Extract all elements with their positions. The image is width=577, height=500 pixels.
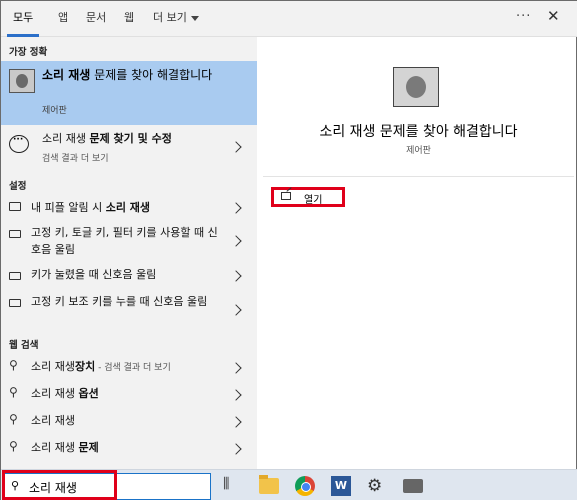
taskbar: ⚲ 소리 재생 ⫼ W ⚙	[1, 469, 577, 500]
task-view-icon[interactable]: ⫼	[223, 476, 243, 496]
chevron-right-icon[interactable]	[230, 443, 242, 455]
speaker-control-panel-icon	[393, 67, 439, 107]
monitor-icon	[9, 201, 21, 214]
search-suggestion-item[interactable]: 소리 재생 문제 찾기 및 수정 검색 결과 더 보기	[1, 125, 257, 169]
chevron-right-icon[interactable]	[230, 304, 242, 316]
tab-apps[interactable]: 앱	[58, 1, 68, 37]
search-suggestion-label: 소리 재생 문제 찾기 및 수정	[42, 132, 172, 145]
chevron-right-icon[interactable]	[230, 416, 242, 428]
web-search-item[interactable]: ⚲ 소리 재생 옵션	[1, 384, 257, 406]
open-button[interactable]: 열기	[271, 187, 345, 207]
settings-item-label: 키가 눌렸을 때 신호음 울림	[31, 268, 157, 281]
settings-item[interactable]: 내 피플 알림 시 소리 재생	[1, 197, 257, 219]
results-list: 가장 정확 소리 재생 문제를 찾아 해결합니다 제어판 소리 재생 문제 찾기…	[1, 37, 257, 469]
search-window: 모두 앱 문서 웹 더 보기 ··· ✕ 가장 정확 소리 재생 문제를 찾아 …	[0, 0, 577, 500]
file-explorer-icon[interactable]	[259, 475, 279, 494]
tab-more[interactable]: 더 보기	[153, 1, 199, 37]
word-icon[interactable]: W	[331, 476, 351, 496]
close-button[interactable]: ✕	[547, 7, 560, 25]
keyboard-icon	[9, 228, 21, 241]
web-search-label: 소리 재생장치 - 검색 결과 더 보기	[31, 360, 171, 373]
more-options-button[interactable]: ···	[516, 9, 531, 24]
chevron-right-icon[interactable]	[230, 362, 242, 374]
detail-title: 소리 재생 문제를 찾아 해결합니다	[319, 124, 518, 140]
web-search-label: 소리 재생 문제	[31, 441, 99, 454]
settings-item[interactable]: 키가 눌렸을 때 신호음 울림	[1, 265, 257, 287]
keyboard-icon	[9, 297, 21, 310]
divider	[263, 176, 574, 177]
speaker-control-panel-icon	[9, 69, 35, 93]
web-search-label: 소리 재생	[31, 414, 75, 427]
best-match-item[interactable]: 소리 재생 문제를 찾아 해결합니다 제어판	[1, 61, 257, 125]
search-icon: ⚲	[9, 412, 18, 426]
web-search-label: 소리 재생 옵션	[31, 387, 99, 400]
settings-item-label: 고정 키 보조 키를 누를 때 신호음 울림	[31, 295, 208, 308]
search-icon: ⚲	[9, 358, 18, 372]
tab-documents[interactable]: 문서	[86, 1, 106, 37]
tab-more-label: 더 보기	[153, 11, 187, 24]
section-settings: 설정	[9, 181, 27, 192]
settings-gear-icon[interactable]: ⚙	[367, 476, 387, 496]
tab-web[interactable]: 웹	[124, 1, 134, 37]
open-label: 열기	[304, 195, 323, 206]
chevron-right-icon[interactable]	[230, 141, 242, 153]
search-highlight-box	[2, 470, 117, 500]
settings-item[interactable]: 고정 키, 토글 키, 필터 키를 사용할 때 신호음 울림	[1, 223, 257, 261]
chevron-right-icon[interactable]	[230, 389, 242, 401]
keyboard-icon	[9, 270, 21, 283]
web-search-item[interactable]: ⚲ 소리 재생장치 - 검색 결과 더 보기	[1, 357, 257, 379]
settings-item-label: 고정 키, 토글 키, 필터 키를 사용할 때 신호음 울림	[31, 226, 218, 256]
chevron-right-icon[interactable]	[230, 270, 242, 282]
best-match-title: 소리 재생 문제를 찾아 해결합니다	[42, 68, 213, 82]
tab-bar: 모두 앱 문서 웹 더 보기 ··· ✕	[1, 1, 577, 37]
tab-all[interactable]: 모두	[6, 1, 40, 37]
web-search-item[interactable]: ⚲ 소리 재생	[1, 411, 257, 433]
search-icon: ⚲	[9, 439, 18, 453]
settings-item[interactable]: 고정 키 보조 키를 누를 때 신호음 울림	[1, 292, 257, 330]
chevron-right-icon[interactable]	[230, 235, 242, 247]
search-suggestion-subtitle: 검색 결과 더 보기	[42, 154, 109, 164]
web-search-item[interactable]: ⚲ 소리 재생 문제	[1, 438, 257, 460]
open-window-icon	[281, 192, 291, 200]
app-icon[interactable]	[403, 479, 423, 493]
section-best-match: 가장 정확	[9, 47, 48, 58]
chevron-right-icon[interactable]	[230, 202, 242, 214]
settings-item-label: 내 피플 알림 시 소리 재생	[31, 201, 151, 214]
chevron-down-icon	[190, 15, 199, 21]
detail-subtitle: 제어판	[406, 146, 431, 156]
search-icon: ⚲	[9, 385, 18, 399]
section-web-search: 웹 검색	[9, 340, 39, 351]
best-match-subtitle: 제어판	[42, 106, 67, 116]
detail-pane: 소리 재생 문제를 찾아 해결합니다 제어판 열기	[263, 45, 574, 469]
chrome-icon[interactable]	[295, 476, 315, 496]
chat-bubble-icon	[9, 135, 29, 153]
